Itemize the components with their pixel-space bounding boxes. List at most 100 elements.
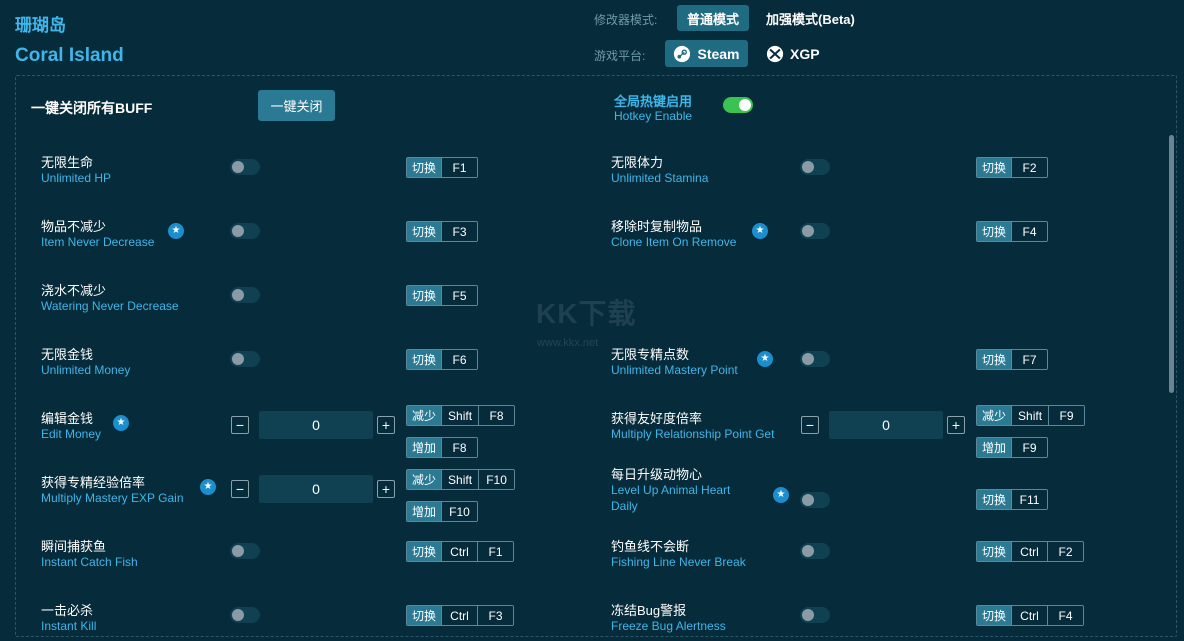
hotkey-binding[interactable]: 增加 F8 bbox=[406, 437, 479, 458]
steam-icon bbox=[674, 45, 691, 62]
hotkey-binding[interactable]: 切换 F7 bbox=[976, 349, 1049, 370]
hotkey-action-label: 切换 bbox=[977, 606, 1012, 625]
cheat-name-cn: 浇水不减少 bbox=[41, 283, 107, 298]
hotkey-binding[interactable]: 减少 Shift F10 bbox=[406, 469, 516, 490]
hotkey-binding[interactable]: 增加 F10 bbox=[406, 501, 479, 522]
cheat-toggle[interactable] bbox=[230, 351, 260, 367]
cheat-name-en: Watering Never Decrease bbox=[41, 299, 179, 313]
hotkey-binding[interactable]: 增加 F9 bbox=[976, 437, 1049, 458]
hotkey-key: F9 bbox=[1048, 406, 1085, 425]
cheat-name-en: Instant Kill bbox=[41, 619, 97, 633]
platform-label: 游戏平台: bbox=[594, 49, 646, 63]
hotkey-binding[interactable]: 切换 F6 bbox=[406, 349, 479, 370]
hotkey-binding[interactable]: 切换 Ctrl F4 bbox=[976, 605, 1085, 626]
platform-steam-button[interactable]: Steam bbox=[665, 40, 748, 67]
hotkey-binding[interactable]: 切换 F2 bbox=[976, 157, 1049, 178]
cheat-toggle[interactable] bbox=[800, 492, 830, 508]
star-icon: ★ bbox=[200, 479, 216, 495]
hotkey-action-label: 增加 bbox=[407, 438, 442, 457]
cheat-name-cn: 物品不减少 bbox=[41, 219, 107, 234]
hotkey-key: F3 bbox=[477, 606, 514, 625]
hotkey-key: F3 bbox=[441, 222, 478, 241]
cheat-name-cn: 无限金钱 bbox=[41, 347, 94, 362]
cheat-toggle[interactable] bbox=[230, 159, 260, 175]
increase-button[interactable]: + bbox=[377, 480, 395, 498]
hotkey-binding[interactable]: 切换 F1 bbox=[406, 157, 479, 178]
mode-label: 修改器模式: bbox=[594, 13, 658, 27]
platform-xgp-button[interactable]: XGP bbox=[762, 40, 824, 67]
cheat-name-en: Freeze Bug Alertness bbox=[611, 619, 726, 633]
cheat-name-cn: 移除时复制物品 bbox=[611, 219, 703, 234]
cheat-toggle[interactable] bbox=[800, 159, 830, 175]
cheat-toggle[interactable] bbox=[800, 543, 830, 559]
value-input[interactable]: 0 bbox=[259, 411, 373, 439]
hotkey-enable-label-en: Hotkey Enable bbox=[614, 109, 693, 123]
hotkey-binding[interactable]: 切换 F4 bbox=[976, 221, 1049, 242]
platform-steam-label: Steam bbox=[697, 45, 740, 62]
value-input[interactable]: 0 bbox=[829, 411, 943, 439]
star-icon: ★ bbox=[113, 415, 129, 431]
close-all-label: 一键关闭所有BUFF bbox=[31, 100, 153, 116]
hotkey-action-label: 切换 bbox=[977, 542, 1012, 561]
hotkey-key: F10 bbox=[478, 470, 515, 489]
close-all-button[interactable]: 一键关闭 bbox=[258, 90, 335, 121]
cheat-toggle[interactable] bbox=[230, 607, 260, 623]
cheat-name-en: Fishing Line Never Break bbox=[611, 555, 746, 569]
hotkey-binding[interactable]: 切换 Ctrl F1 bbox=[406, 541, 515, 562]
hotkey-binding[interactable]: 切换 Ctrl F3 bbox=[406, 605, 515, 626]
increase-button[interactable]: + bbox=[947, 416, 965, 434]
cheat-name-cn: 获得专精经验倍率 bbox=[41, 475, 146, 490]
cheat-toggle[interactable] bbox=[230, 223, 260, 239]
hotkey-action-label: 减少 bbox=[977, 406, 1012, 425]
hotkey-action-label: 切换 bbox=[407, 606, 442, 625]
hotkey-key: Shift bbox=[1011, 406, 1049, 425]
hotkey-key: F2 bbox=[1011, 158, 1048, 177]
watermark-url: www.kkx.net bbox=[537, 337, 599, 349]
cheat-toggle[interactable] bbox=[800, 351, 830, 367]
cheat-name-cn: 无限体力 bbox=[611, 155, 664, 170]
cheat-name-cn: 无限专精点数 bbox=[611, 347, 690, 362]
cheat-name-en: Unlimited Money bbox=[41, 363, 131, 377]
cheat-name-en: Instant Catch Fish bbox=[41, 555, 138, 569]
hotkey-action-label: 切换 bbox=[407, 158, 442, 177]
increase-button[interactable]: + bbox=[377, 416, 395, 434]
star-icon: ★ bbox=[168, 223, 184, 239]
hotkey-key: F4 bbox=[1011, 222, 1048, 241]
cheat-name-cn: 每日升级动物心 bbox=[611, 467, 703, 482]
cheat-name-en: Multiply Mastery EXP Gain bbox=[41, 491, 184, 505]
hotkey-action-label: 切换 bbox=[407, 222, 442, 241]
decrease-button[interactable]: − bbox=[231, 480, 249, 498]
cheat-name-en: Level Up Animal Heart bbox=[611, 483, 731, 497]
hotkey-action-label: 切换 bbox=[407, 542, 442, 561]
hotkey-binding[interactable]: 切换 Ctrl F2 bbox=[976, 541, 1085, 562]
cheat-name-en: Clone Item On Remove bbox=[611, 235, 737, 249]
hotkey-enable-label-cn: 全局热键启用 bbox=[614, 94, 693, 109]
mode-beta-button[interactable]: 加强模式(Beta) bbox=[760, 5, 861, 31]
hotkey-binding[interactable]: 减少 Shift F9 bbox=[976, 405, 1086, 426]
decrease-button[interactable]: − bbox=[801, 416, 819, 434]
cheat-toggle[interactable] bbox=[230, 543, 260, 559]
cheat-toggle[interactable] bbox=[800, 223, 830, 239]
cheat-name-en: Multiply Relationship Point Get bbox=[611, 427, 775, 441]
hotkey-binding[interactable]: 减少 Shift F8 bbox=[406, 405, 516, 426]
hotkey-binding[interactable]: 切换 F5 bbox=[406, 285, 479, 306]
cheat-name-en: Unlimited Mastery Point bbox=[611, 363, 738, 377]
hotkey-action-label: 切换 bbox=[407, 350, 442, 369]
hotkey-key: Ctrl bbox=[441, 606, 478, 625]
hotkey-key: F2 bbox=[1047, 542, 1084, 561]
cheat-name-cn: 瞬间捕获鱼 bbox=[41, 539, 107, 554]
value-input[interactable]: 0 bbox=[259, 475, 373, 503]
cheat-toggle[interactable] bbox=[800, 607, 830, 623]
star-icon: ★ bbox=[757, 351, 773, 367]
hotkey-enable-toggle[interactable] bbox=[723, 97, 753, 113]
hotkey-key: F1 bbox=[441, 158, 478, 177]
decrease-button[interactable]: − bbox=[231, 416, 249, 434]
star-icon: ★ bbox=[752, 223, 768, 239]
hotkey-key: F9 bbox=[1011, 438, 1048, 457]
cheat-toggle[interactable] bbox=[230, 287, 260, 303]
scrollbar-thumb[interactable] bbox=[1169, 135, 1174, 393]
mode-normal-button[interactable]: 普通模式 bbox=[677, 5, 749, 31]
hotkey-binding[interactable]: 切换 F3 bbox=[406, 221, 479, 242]
star-icon: ★ bbox=[773, 487, 789, 503]
hotkey-binding[interactable]: 切换 F11 bbox=[976, 489, 1049, 510]
